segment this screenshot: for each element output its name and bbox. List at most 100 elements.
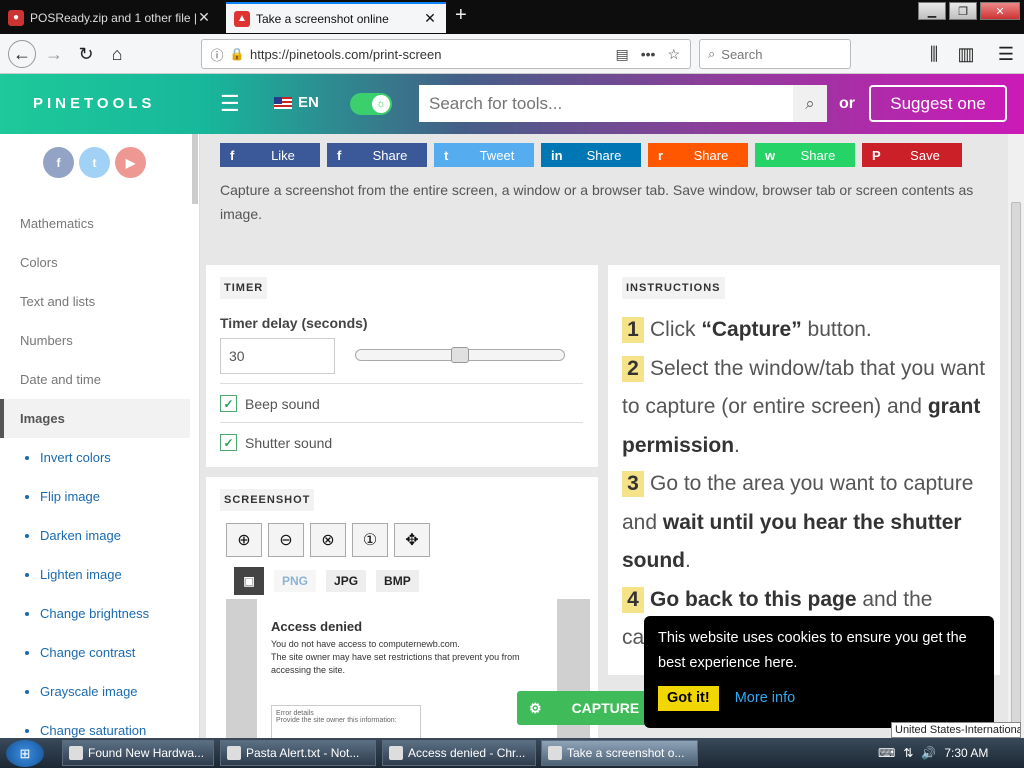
share-button-2[interactable]: t Tweet [434, 143, 534, 167]
sidebar-item-numbers[interactable]: Numbers [0, 321, 190, 360]
sidebar-item-change-contrast[interactable]: Change contrast [0, 633, 190, 672]
screenshot-tag: SCREENSHOT [220, 489, 315, 511]
zoom-out-icon[interactable]: ⊖ [268, 523, 304, 557]
youtube-icon[interactable]: ▶ [115, 147, 146, 178]
share-button-6[interactable]: P Save [862, 143, 962, 167]
reader-view-icon[interactable]: ▤ [615, 46, 628, 63]
menu-icon[interactable]: ☰ [994, 42, 1018, 66]
info-icon[interactable]: ⓘ [206, 45, 228, 64]
close-window-button[interactable]: ✕ [980, 2, 1020, 20]
sidebar-toggle-icon[interactable]: ▥ [954, 42, 978, 66]
share-button-3[interactable]: in Share [541, 143, 641, 167]
taskbar-item[interactable]: Access denied - Chr... [382, 740, 536, 766]
move-icon[interactable]: ✥ [394, 523, 430, 557]
scrollbar-thumb[interactable] [1011, 202, 1021, 752]
sidebar-item-lighten-image[interactable]: Lighten image [0, 555, 190, 594]
share-button-0[interactable]: f Like [220, 143, 320, 167]
maximize-button[interactable]: ❐ [949, 2, 977, 20]
suggest-button[interactable]: Suggest one [869, 85, 1007, 122]
format-bmp[interactable]: BMP [376, 570, 419, 592]
sidebar: f t ▶ Mathematics Colors Text and lists … [0, 134, 200, 738]
sidebar-item-change-brightness[interactable]: Change brightness [0, 594, 190, 633]
window-icon [69, 746, 83, 760]
preview-title: Access denied [271, 619, 363, 634]
forward-icon[interactable]: → [42, 42, 66, 66]
share-button-5[interactable]: w Share [755, 143, 855, 167]
zoom-actual-icon[interactable]: ① [352, 523, 388, 557]
tool-search-input[interactable] [419, 85, 793, 122]
dark-mode-toggle[interactable]: ☼ [350, 93, 392, 115]
taskbar-item[interactable]: Found New Hardwa... [62, 740, 214, 766]
sidebar-item-date-time[interactable]: Date and time [0, 360, 190, 399]
minimize-button[interactable]: ▁ [918, 2, 946, 20]
or-label: or [839, 95, 855, 112]
reload-icon[interactable]: ↻ [74, 42, 98, 66]
clock[interactable]: 7:30 AM [944, 746, 988, 760]
back-icon[interactable]: ← [8, 40, 36, 68]
zoom-in-icon[interactable]: ⊕ [226, 523, 262, 557]
page-actions-icon[interactable]: ••• [641, 46, 656, 63]
beep-sound-checkbox[interactable]: ✓ Beep sound [220, 395, 320, 412]
site-header: PINETOOLS ☰ EN ☼ ⌕ or Suggest one [0, 74, 1024, 134]
format-jpg[interactable]: JPG [326, 570, 367, 592]
home-icon[interactable]: ⌂ [105, 42, 129, 66]
share-button-1[interactable]: f Share [327, 143, 427, 167]
timer-delay-input[interactable] [220, 338, 335, 374]
sidebar-item-invert-colors[interactable]: Invert colors [0, 438, 190, 477]
search-icon[interactable]: ⌕ [793, 85, 827, 122]
sidebar-item-text-lists[interactable]: Text and lists [0, 282, 190, 321]
sidebar-item-colors[interactable]: Colors [0, 243, 190, 282]
browser-search-box[interactable]: ⌕ Search [699, 39, 851, 69]
zoom-fit-icon[interactable]: ⊗ [310, 523, 346, 557]
timer-tag: TIMER [220, 277, 268, 299]
sidebar-item-flip-image[interactable]: Flip image [0, 477, 190, 516]
instruction-step-1: 1 Click “Capture” button. [622, 311, 992, 350]
checkmark-icon[interactable]: ✓ [220, 434, 237, 451]
address-bar[interactable]: ⓘ 🔒 https://pinetools.com/print-screen ▤… [201, 39, 691, 69]
network-icon[interactable]: ⇅ [903, 746, 913, 760]
page-scrollbar[interactable] [1008, 134, 1024, 752]
twitter-icon[interactable]: t [79, 147, 110, 178]
close-icon[interactable]: ✕ [196, 9, 212, 26]
tab-downloads[interactable]: ● POSReady.zip and 1 other file | ✕ [0, 2, 220, 33]
share-icon: r [658, 147, 664, 163]
sidebar-item-images[interactable]: Images [0, 399, 190, 438]
save-icon[interactable]: ▣ [234, 567, 264, 595]
cookie-accept-button[interactable]: Got it! [658, 686, 719, 711]
shutter-sound-checkbox[interactable]: ✓ Shutter sound [220, 434, 332, 451]
share-button-4[interactable]: r Share [648, 143, 748, 167]
sidebar-item-change-saturation[interactable]: Change saturation [0, 711, 190, 738]
instructions-tag: INSTRUCTIONS [622, 277, 725, 299]
language-selector[interactable]: EN [274, 94, 319, 111]
cookie-more-info-link[interactable]: More info [735, 690, 795, 706]
share-icon: t [444, 147, 449, 163]
sidebar-item-grayscale-image[interactable]: Grayscale image [0, 672, 190, 711]
library-icon[interactable]: ⫼ [922, 42, 946, 66]
pine-tree-icon: ▲ [234, 10, 250, 27]
hamburger-menu-icon[interactable]: ☰ [220, 91, 240, 117]
format-png[interactable]: PNG [274, 570, 317, 592]
sidebar-scrollbar[interactable] [192, 134, 198, 204]
tab-screenshot[interactable]: ▲ Take a screenshot online ✕ [226, 2, 446, 33]
bookmark-star-icon[interactable]: ☆ [667, 46, 680, 63]
url-text[interactable]: https://pinetools.com/print-screen [246, 47, 615, 62]
close-icon[interactable]: ✕ [422, 10, 438, 27]
keyboard-icon[interactable]: ⌨ [878, 746, 895, 760]
checkmark-icon[interactable]: ✓ [220, 395, 237, 412]
system-tray: ⌨ ⇅ 🔊 7:30 AM [878, 740, 988, 766]
timer-slider[interactable] [355, 347, 565, 363]
tab-title: Take a screenshot online [256, 11, 389, 26]
facebook-icon[interactable]: f [43, 147, 74, 178]
capture-label: CAPTURE [571, 700, 640, 716]
slider-thumb[interactable] [451, 347, 469, 363]
taskbar-item[interactable]: Take a screenshot o... [541, 740, 698, 766]
preview-details-box: Error details Provide the site owner thi… [271, 705, 421, 738]
new-tab-icon[interactable]: + [455, 4, 467, 27]
site-logo[interactable]: PINETOOLS [33, 95, 155, 112]
start-button[interactable]: ⊞ [6, 740, 44, 767]
taskbar-item[interactable]: Pasta Alert.txt - Not... [220, 740, 376, 766]
sun-icon: ☼ [372, 95, 390, 113]
volume-icon[interactable]: 🔊 [921, 746, 936, 760]
sidebar-item-mathematics[interactable]: Mathematics [0, 204, 190, 243]
sidebar-item-darken-image[interactable]: Darken image [0, 516, 190, 555]
